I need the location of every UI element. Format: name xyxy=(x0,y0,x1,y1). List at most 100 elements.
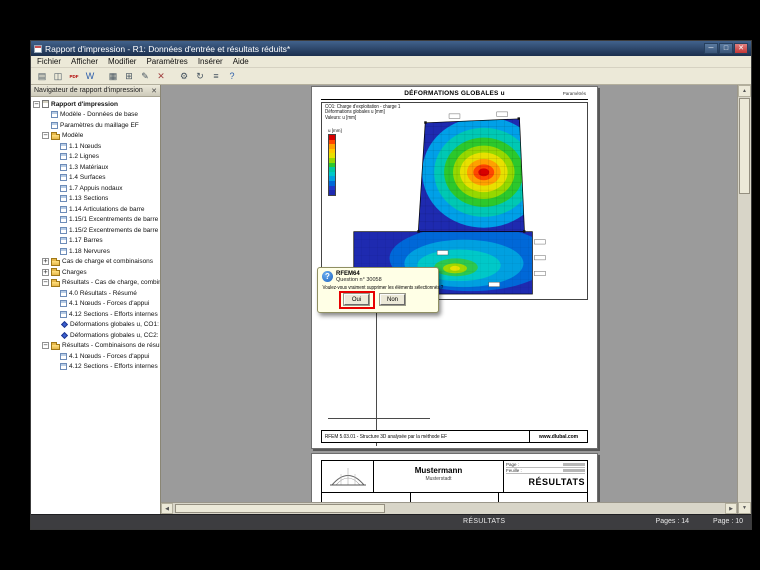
page-title: DÉFORMATIONS GLOBALES u xyxy=(404,90,505,97)
menu-parametres[interactable]: Paramètres xyxy=(146,57,187,66)
tree-item[interactable]: 1.3 Matériaux xyxy=(31,162,160,173)
table-icon xyxy=(51,121,58,129)
report-tree: − Rapport d'impression Modèle - Données de… xyxy=(31,97,160,514)
horizontal-scroll-thumb[interactable] xyxy=(175,504,385,513)
menu-inserer[interactable]: Insérer xyxy=(198,57,223,66)
tree-item[interactable]: 1.15/2 Excentrements de barre - Relatifs xyxy=(31,225,160,236)
table-icon xyxy=(60,153,67,161)
doc-title: RÉSULTATS xyxy=(528,477,585,487)
maximize-button[interactable]: □ xyxy=(719,43,733,54)
print-icon[interactable]: ▤ xyxy=(35,69,49,83)
menu-modifier[interactable]: Modifier xyxy=(108,57,136,66)
tree-item[interactable]: − Modèle xyxy=(31,131,160,142)
table-icon xyxy=(60,363,67,371)
scroll-left-icon[interactable]: ◀ xyxy=(161,503,173,514)
tree-item[interactable]: Modèle - Données de base xyxy=(31,110,160,121)
close-button[interactable]: ✕ xyxy=(734,43,748,54)
tree-item[interactable]: + Cas de charge et combinaisons xyxy=(31,257,160,268)
menu-aide[interactable]: Aide xyxy=(233,57,249,66)
tree-item[interactable]: 1.17 Barres xyxy=(31,236,160,247)
page-label: Page : xyxy=(506,462,520,467)
footer-program-info: RFEM 5.03.01 - Structure 3D analysée par… xyxy=(324,433,448,440)
navigator-close-icon[interactable]: ✕ xyxy=(151,87,157,95)
header-rule xyxy=(321,99,588,100)
tree-item[interactable]: −Résultats - Combinaisons de résultats xyxy=(31,341,160,352)
tree-item[interactable]: + Charges xyxy=(31,267,160,278)
collapse-icon[interactable]: − xyxy=(33,100,40,108)
tree-item[interactable]: 1.4 Surfaces xyxy=(31,173,160,184)
tree-item[interactable]: 1.1 Nœuds xyxy=(31,141,160,152)
scroll-down-icon[interactable]: ▼ xyxy=(738,502,751,514)
print-report-window: Rapport d'impression - R1: Données d'ent… xyxy=(30,40,752,530)
guide-line-horizontal xyxy=(328,418,430,419)
export-word-icon[interactable]: W xyxy=(83,69,97,83)
table-icon xyxy=(60,289,67,297)
menu-afficher[interactable]: Afficher xyxy=(71,57,98,66)
tree-item[interactable]: 4.0 Résultats - Résumé xyxy=(31,288,160,299)
insert-table-icon[interactable]: ⊞ xyxy=(122,69,136,83)
tree-item[interactable]: 1.7 Appuis nodaux xyxy=(31,183,160,194)
title-bar[interactable]: Rapport d'impression - R1: Données d'ent… xyxy=(31,41,751,56)
tree-item[interactable]: Déformations globales u, CC2: Charge d'e… xyxy=(31,330,160,341)
collapse-icon[interactable]: − xyxy=(42,132,49,140)
navigator-icon[interactable]: ≡ xyxy=(209,69,223,83)
folder-icon xyxy=(51,257,60,266)
dialog-message: Voulez-vous vraiment supprimer les éléme… xyxy=(322,285,444,291)
menu-fichier[interactable]: Fichier xyxy=(37,57,61,66)
table-icon xyxy=(60,195,67,203)
refresh-icon[interactable]: ↻ xyxy=(193,69,207,83)
tree-item[interactable]: 4.12 Sections - Efforts internes xyxy=(31,309,160,320)
edit-icon[interactable]: ✎ xyxy=(138,69,152,83)
report-icon xyxy=(42,100,49,109)
help-icon[interactable]: ? xyxy=(225,69,239,83)
vertical-scrollbar[interactable]: ▲ ▼ xyxy=(737,85,751,514)
tree-item[interactable]: Paramètres du maillage EF xyxy=(31,120,160,131)
minimize-button[interactable]: ─ xyxy=(704,43,718,54)
tree-item[interactable]: 1.13 Sections xyxy=(31,194,160,205)
print-preview-icon[interactable]: ◫ xyxy=(51,69,65,83)
tree-item[interactable]: −Résultats - Cas de charge, combinaisons… xyxy=(31,278,160,289)
tree-item[interactable]: − Rapport d'impression xyxy=(31,99,160,110)
status-pages-count: Pages : 14 xyxy=(655,518,689,525)
collapse-icon[interactable]: − xyxy=(42,342,49,350)
yes-button[interactable]: Oui xyxy=(344,294,369,305)
scroll-right-icon[interactable]: ▶ xyxy=(725,503,737,514)
company-name: Mustermann xyxy=(414,466,463,475)
tree-item[interactable]: 1.18 Nervures xyxy=(31,246,160,257)
collapse-icon[interactable]: − xyxy=(42,279,49,287)
no-button[interactable]: Non xyxy=(380,294,405,305)
tree-item[interactable]: 1.15/1 Excentrements de barre - Absolus xyxy=(31,215,160,226)
confirm-delete-dialog: ? RFEM64 Question n° 30058 Voulez-vous v… xyxy=(317,267,444,313)
expand-icon[interactable]: + xyxy=(42,258,49,266)
company-city: Musterstadt xyxy=(425,476,452,482)
table-icon xyxy=(60,247,67,255)
horizontal-scrollbar[interactable]: ◀ ▶ xyxy=(161,502,737,514)
insert-image-icon[interactable]: ▦ xyxy=(106,69,120,83)
table-icon xyxy=(60,226,67,234)
page-corner-note: Paramétrés xyxy=(562,91,586,96)
preview-area[interactable]: DÉFORMATIONS GLOBALES u Paramétrés CO1: … xyxy=(161,85,737,514)
title-block: Mustermann Musterstadt Page : Feuille : … xyxy=(321,460,588,503)
table-icon xyxy=(60,310,67,318)
table-icon xyxy=(60,216,67,224)
legend-title: u [mm] xyxy=(328,128,342,133)
tree-item[interactable]: 4.1 Nœuds - Forces d'appui xyxy=(31,299,160,310)
tree-item[interactable]: 1.14 Articulations de barre xyxy=(31,204,160,215)
tree-item[interactable]: 4.12 Sections - Efforts internes xyxy=(31,362,160,373)
settings-icon[interactable]: ⚙ xyxy=(177,69,191,83)
tree-item[interactable]: 1.2 Lignes xyxy=(31,152,160,163)
folder-icon xyxy=(51,268,60,277)
table-icon xyxy=(60,300,67,308)
export-pdf-icon[interactable]: PDF xyxy=(67,69,81,83)
scroll-up-icon[interactable]: ▲ xyxy=(738,85,751,97)
page-value-placeholder xyxy=(563,463,585,466)
status-current-page: Page : 10 xyxy=(713,518,743,525)
tree-item[interactable]: Déformations globales u, CO1: Charge d'e… xyxy=(31,320,160,331)
vertical-scroll-thumb[interactable] xyxy=(739,98,750,194)
navigator-title: Navigateur de rapport d'impression xyxy=(34,87,143,94)
window-title: Rapport d'impression - R1: Données d'ent… xyxy=(45,43,291,54)
tree-item[interactable]: 4.1 Nœuds - Forces d'appui xyxy=(31,351,160,362)
table-icon xyxy=(60,352,67,360)
delete-icon[interactable]: ✕ xyxy=(154,69,168,83)
expand-icon[interactable]: + xyxy=(42,268,49,276)
